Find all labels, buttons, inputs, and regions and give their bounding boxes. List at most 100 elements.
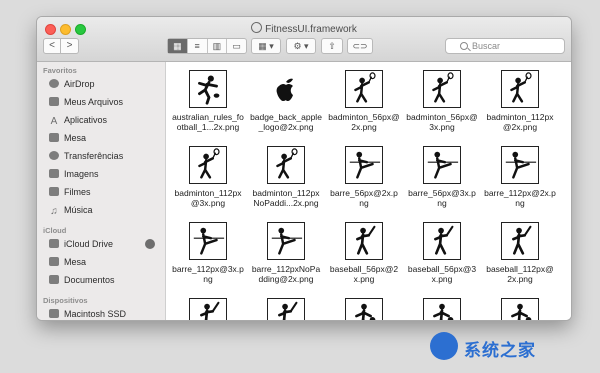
documents-icon [49, 275, 59, 284]
applications-icon: A [50, 116, 58, 127]
sidebar-item-icloud-drive[interactable]: iCloud Drive [49, 237, 163, 251]
pictures-icon [49, 169, 59, 178]
file-item[interactable]: australian_rules_football_1...2x.png [170, 70, 246, 132]
barre-icon [501, 146, 539, 184]
file-item[interactable]: badminton_56px@2x.png [326, 70, 402, 132]
file-item[interactable] [248, 298, 324, 320]
sidebar-item-downloads[interactable]: Transferências [49, 149, 163, 163]
column-view-button[interactable]: ▥ [208, 39, 228, 53]
disk-icon [49, 309, 59, 318]
basketball-icon [423, 298, 461, 320]
baseball-icon [345, 222, 383, 260]
window-title: FitnessUI.framework [37, 22, 571, 35]
sidebar-item-label: Aplicativos [64, 115, 108, 125]
watermark-logo-icon [430, 332, 458, 360]
progress-indicator-icon [145, 239, 155, 249]
file-name: australian_rules_football_1...2x.png [172, 112, 244, 132]
file-name: baseball_56px@3x.png [407, 264, 477, 284]
file-item[interactable] [326, 298, 402, 320]
back-button[interactable]: < [43, 38, 61, 54]
arrange-button[interactable]: ▦ ▾ [251, 38, 281, 54]
file-item[interactable]: badge_back_apple_logo@2x.png [248, 70, 324, 132]
football-kick-icon [189, 70, 227, 108]
sidebar-item-label: Imagens [64, 169, 99, 179]
window-title-text: FitnessUI.framework [265, 24, 357, 35]
file-name: baseball_112px@2x.png [486, 264, 554, 284]
baseball-icon [423, 222, 461, 260]
share-button[interactable]: ⇧ [321, 38, 343, 54]
downloads-icon [49, 151, 59, 160]
file-item[interactable]: badminton_112px@2x.png [482, 70, 558, 132]
sidebar-item-movies[interactable]: Filmes [49, 185, 163, 199]
sidebar-item-label: Documentos [64, 275, 115, 285]
search-field[interactable]: Buscar [445, 38, 565, 54]
forward-button[interactable]: > [61, 38, 79, 54]
movies-icon [49, 187, 59, 196]
file-name: barre_56px@3x.png [408, 188, 476, 208]
icon-view-button[interactable]: ▦ [168, 39, 188, 53]
file-name: badminton_56px@3x.png [406, 112, 478, 132]
gallery-view-button[interactable]: ▭ [227, 39, 246, 53]
file-item[interactable]: baseball_112px@2x.png [482, 222, 558, 284]
file-item[interactable]: badminton_112px NoPaddi...2x.png [248, 146, 324, 208]
file-name: barre_112pxNoPadding@2x.png [251, 264, 321, 284]
sidebar: Favoritos AirDrop Meus Arquivos A Aplicat… [37, 62, 166, 320]
sidebar-item-all-files[interactable]: Meus Arquivos [49, 95, 163, 109]
file-item[interactable]: barre_112px@2x.png [482, 146, 558, 208]
file-item[interactable]: barre_112px@3x.png [170, 222, 246, 284]
file-name: badge_back_apple_logo@2x.png [250, 112, 322, 132]
folder-icon [251, 22, 263, 33]
action-button[interactable]: ⚙ ▾ [286, 38, 316, 54]
baseball-icon [501, 222, 539, 260]
sidebar-item-label: Mesa [64, 257, 87, 267]
file-name: baseball_56px@2x.png [329, 264, 399, 284]
finder-window: FitnessUI.framework < > ▦ ≡ ▥ ▭ ▦ ▾ ⚙ ▾ … [37, 17, 571, 320]
sidebar-item-label: Filmes [64, 187, 91, 197]
sidebar-item-pictures[interactable]: Imagens [49, 167, 163, 181]
sidebar-item-label: Meus Arquivos [64, 97, 124, 107]
sidebar-item-music[interactable]: ♫ Música [49, 203, 163, 217]
file-name: badminton_56px@2x.png [328, 112, 400, 132]
basketball-icon [345, 298, 383, 320]
file-item[interactable]: baseball_56px@3x.png [404, 222, 480, 284]
baseball-icon [267, 298, 305, 320]
tags-button[interactable]: ⊂⊃ [347, 38, 373, 54]
sidebar-item-label: Macintosh SSD [64, 309, 127, 319]
file-item[interactable]: badminton_112px@3x.png [170, 146, 246, 208]
file-name: badminton_112px@3x.png [174, 188, 242, 208]
file-item[interactable]: barre_112pxNoPadding@2x.png [248, 222, 324, 284]
file-grid: australian_rules_football_1...2x.png badg… [166, 62, 571, 320]
sidebar-item-macintosh-ssd[interactable]: Macintosh SSD [49, 307, 163, 320]
sidebar-item-applications[interactable]: A Aplicativos [49, 113, 163, 127]
all-files-icon [49, 97, 59, 106]
sidebar-item-airdrop[interactable]: AirDrop [49, 77, 163, 91]
file-item[interactable]: barre_56px@3x.png [404, 146, 480, 208]
music-icon: ♫ [50, 206, 58, 217]
desktop-icon [49, 133, 59, 142]
badminton-icon [267, 146, 305, 184]
sidebar-item-label: AirDrop [64, 79, 95, 89]
sidebar-item-label: Música [64, 205, 93, 215]
file-item[interactable]: barre_56px@2x.png [326, 146, 402, 208]
apple-logo-icon [267, 70, 305, 108]
search-placeholder: Buscar [472, 41, 501, 51]
file-item[interactable]: baseball_56px@2x.png [326, 222, 402, 284]
file-item[interactable] [170, 298, 246, 320]
basketball-icon [501, 298, 539, 320]
file-item[interactable] [482, 298, 558, 320]
title-bar: FitnessUI.framework < > ▦ ≡ ▥ ▭ ▦ ▾ ⚙ ▾ … [37, 17, 571, 62]
file-item[interactable] [404, 298, 480, 320]
barre-icon [345, 146, 383, 184]
sidebar-item-desktop[interactable]: Mesa [49, 131, 163, 145]
airdrop-icon [49, 79, 59, 88]
file-name: barre_112px@3x.png [172, 264, 244, 284]
sidebar-item-icloud-desktop[interactable]: Mesa [49, 255, 163, 269]
sidebar-item-documents[interactable]: Documentos [49, 273, 163, 287]
cloud-icon [49, 239, 59, 248]
file-item[interactable]: badminton_56px@3x.png [404, 70, 480, 132]
barre-icon [423, 146, 461, 184]
file-name: badminton_112px@2x.png [486, 112, 554, 132]
list-view-button[interactable]: ≡ [188, 39, 208, 53]
sidebar-item-label: iCloud Drive [64, 239, 114, 249]
desktop-icon [49, 257, 59, 266]
